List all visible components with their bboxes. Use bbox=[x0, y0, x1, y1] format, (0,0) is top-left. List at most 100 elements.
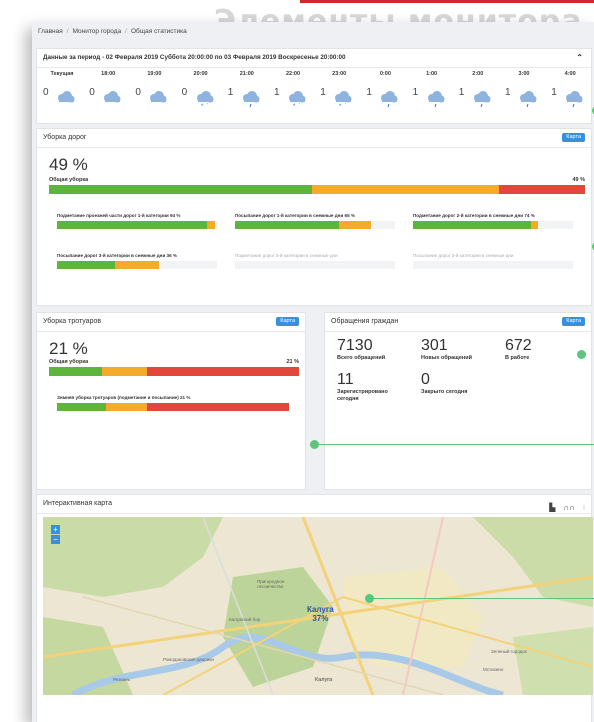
binoculars-icon[interactable]: ∩∩ bbox=[563, 503, 575, 512]
sidewalks-percent: 21 % bbox=[49, 339, 88, 358]
bar-segment bbox=[413, 221, 532, 229]
rain-cloud-icon bbox=[240, 88, 262, 115]
interactive-map[interactable]: + − Калуга 37% Калуга Пригородное леснич… bbox=[43, 517, 593, 695]
appeals-header: Обращения граждан Карта bbox=[325, 313, 591, 332]
stat-closed-today: 0 Закрыто сегодня bbox=[421, 371, 467, 396]
map-panel: Интерактивная карта ▙ ∩∩ ⍿ + − Калуга 37… bbox=[36, 494, 593, 722]
zoom-in-button[interactable]: + bbox=[51, 525, 60, 534]
map-header: Интерактивная карта ▙ ∩∩ ⍿ bbox=[37, 495, 591, 514]
chart-icon[interactable]: ▙ bbox=[549, 503, 555, 512]
roads-map-button[interactable]: Карта bbox=[562, 133, 585, 142]
bar-segment bbox=[311, 185, 500, 194]
forecast-time: 3:00 bbox=[518, 71, 530, 77]
rain-cloud-icon bbox=[517, 88, 539, 115]
stat-label: Зарегистрировано сегодня bbox=[337, 389, 388, 402]
forecast-time: 0:00 bbox=[379, 71, 391, 77]
road-sub-bar bbox=[413, 221, 573, 229]
rain-cloud-icon bbox=[471, 88, 493, 115]
svg-text:': ' bbox=[207, 103, 208, 109]
forecast-time: 23:00 bbox=[332, 71, 347, 77]
roads-bar-label: 49 % bbox=[572, 177, 585, 183]
breadcrumb-monitor[interactable]: Монитор города bbox=[73, 28, 122, 35]
breadcrumb: Главная / Монитор города / Общая статистика bbox=[38, 28, 187, 35]
cloud-icon bbox=[55, 88, 77, 115]
stat-label: В работе bbox=[505, 355, 530, 361]
road-sub-bar bbox=[57, 221, 217, 229]
period-text: Данные за период - 02 Февраля 2019 Суббо… bbox=[43, 54, 346, 61]
forecast-value: 1 bbox=[458, 87, 465, 98]
sidewalks-title: Уборка тротуаров bbox=[43, 318, 102, 325]
road-sub-bar bbox=[235, 221, 395, 229]
forecast-value: 1 bbox=[551, 87, 557, 98]
svg-text:*: * bbox=[293, 104, 296, 110]
road-sub-bar bbox=[235, 261, 395, 269]
forecast-cell: 0 bbox=[39, 83, 85, 109]
forecast-cell: 1 * ' bbox=[270, 83, 316, 110]
forecast-cell: 0 bbox=[85, 83, 131, 109]
forecast-cell: 1 bbox=[362, 83, 408, 109]
roads-header: Уборка дорог Карта bbox=[37, 129, 591, 148]
roads-total-label: Общая уборка bbox=[49, 177, 89, 183]
collapse-chevron-icon[interactable]: ⌃ bbox=[576, 49, 583, 67]
stat-new-appeals: 301 Новых обращений bbox=[421, 337, 472, 362]
map-place-label: Мстихино bbox=[483, 667, 504, 672]
bar-segment bbox=[105, 403, 148, 411]
forecast-time: 18:00 bbox=[101, 71, 116, 77]
roads-panel: Уборка дорог Карта 49 % Общая уборка 49 … bbox=[36, 128, 592, 306]
svg-text:': ' bbox=[299, 103, 300, 109]
rain-cloud-icon bbox=[378, 88, 400, 115]
sidewalks-sub-label: Зимняя уборка тротуаров (подметание и по… bbox=[57, 395, 191, 400]
forecast-value: 0 bbox=[43, 87, 49, 98]
rain-cloud-icon bbox=[425, 88, 447, 115]
callout-dot bbox=[577, 350, 586, 359]
breadcrumb-home[interactable]: Главная bbox=[38, 28, 63, 35]
svg-text:*: * bbox=[339, 104, 342, 110]
road-sub-bar bbox=[57, 261, 217, 269]
road-sub-label: Подметание проезжей части дорог 1-й кате… bbox=[57, 213, 181, 218]
forecast-value: 1 bbox=[320, 87, 326, 98]
forecast-cell: 1 bbox=[409, 83, 455, 109]
forecast-time: 4:00 bbox=[564, 71, 576, 77]
forecast-time: Текущая bbox=[50, 71, 74, 77]
appeals-map-button[interactable]: Карта bbox=[562, 317, 585, 326]
bar-segment bbox=[101, 367, 147, 376]
forecast-cell: 1 * ' bbox=[316, 83, 362, 110]
road-sub-label: Подметание дорог 2-й категории в снежные… bbox=[413, 213, 535, 218]
map-place-label: Калужский бор bbox=[229, 617, 261, 622]
map-toolbar: ▙ ∩∩ ⍿ bbox=[541, 499, 585, 517]
forecast-value: 0 bbox=[181, 87, 188, 98]
bar-segment bbox=[339, 221, 371, 229]
forecast-value: 1 bbox=[227, 87, 234, 98]
pin-icon[interactable]: ⍿ bbox=[583, 503, 585, 512]
stat-value: 672 bbox=[505, 337, 532, 354]
forecast-value: 1 bbox=[366, 87, 372, 98]
bar-segment bbox=[57, 403, 106, 411]
zoom-out-button[interactable]: − bbox=[51, 535, 60, 544]
snow-cloud-icon: * ' bbox=[194, 88, 216, 115]
bar-segment bbox=[49, 367, 102, 376]
road-sub-label: Подметание дорог 3-й категории в снежные… bbox=[235, 253, 338, 258]
sidewalks-map-button[interactable]: Карта bbox=[276, 317, 299, 326]
stat-label: Закрыто сегодня bbox=[421, 389, 468, 395]
forecast-time: 19:00 bbox=[147, 71, 162, 77]
city-percent: 37% bbox=[312, 614, 329, 623]
bar-segment bbox=[499, 185, 585, 194]
forecast-time: 2:00 bbox=[472, 71, 484, 77]
forecast-value: 1 bbox=[505, 87, 511, 98]
road-sub-label: Посыпание дорог 3-й категории в снежные … bbox=[413, 253, 514, 258]
appeals-panel: Обращения граждан Карта 7130 Всего обращ… bbox=[324, 312, 592, 490]
forecast-value: 1 bbox=[412, 87, 419, 98]
stat-value: 7130 bbox=[337, 337, 373, 354]
top-accent-bar bbox=[300, 0, 594, 3]
road-sub-bar bbox=[413, 261, 573, 269]
bar-segment bbox=[146, 367, 299, 376]
bar-segment bbox=[57, 221, 208, 229]
forecast-cell: 1 bbox=[547, 83, 593, 109]
sidewalks-total-bar bbox=[49, 367, 299, 376]
sidewalks-bar-label: 21 % bbox=[286, 359, 299, 365]
forecast-value: 0 bbox=[135, 87, 141, 98]
map-place-label: Пригородное лесничество bbox=[257, 579, 285, 589]
sidewalks-panel: Уборка тротуаров Карта 21 % Общая уборка… bbox=[36, 312, 306, 490]
bar-segment bbox=[235, 221, 339, 229]
forecast-time: 1:00 bbox=[426, 71, 438, 77]
